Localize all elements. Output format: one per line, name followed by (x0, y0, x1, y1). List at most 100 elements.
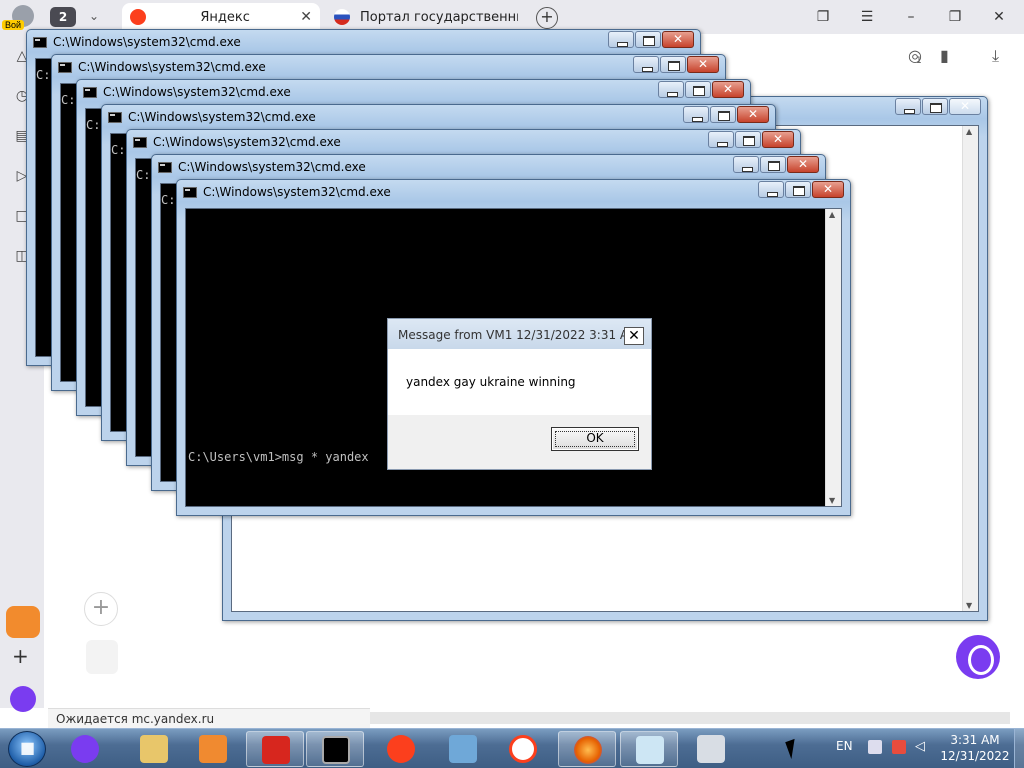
close-icon[interactable]: ✕ (300, 9, 312, 25)
window-app-icon (697, 735, 725, 763)
minimize-icon[interactable] (683, 106, 709, 123)
cmd-icon (183, 186, 197, 198)
scrollbar[interactable] (962, 126, 978, 611)
ok-button[interactable]: OK (551, 427, 639, 451)
taskbar-notepad[interactable] (620, 731, 678, 767)
restore-icon[interactable]: ❐ (940, 6, 970, 28)
dialog-title: Message from VM1 12/31/2022 3:31 AM (388, 319, 651, 349)
minimize-icon[interactable]: – (896, 6, 926, 28)
mail-icon[interactable] (6, 606, 40, 638)
close-icon[interactable] (812, 181, 844, 198)
notepad-icon (636, 736, 664, 764)
window-controls (757, 181, 844, 198)
minimize-icon[interactable] (608, 31, 634, 48)
add-widget-button[interactable]: + (84, 592, 118, 626)
show-desktop-button[interactable] (1014, 729, 1024, 768)
language-indicator[interactable]: EN (836, 739, 853, 753)
media-player-icon (199, 735, 227, 763)
bookmark-icon[interactable]: ▮ (940, 46, 949, 65)
console-prompt: C: (86, 118, 101, 132)
tab-gosuslugi[interactable]: Портал государственных (326, 3, 526, 31)
minimize-icon[interactable] (633, 56, 659, 73)
close-icon[interactable] (949, 98, 981, 115)
minimize-icon[interactable] (758, 181, 784, 198)
volume-icon[interactable]: ◁ (915, 740, 929, 754)
cmd-icon (322, 736, 350, 764)
taskbar-alice[interactable] (56, 731, 114, 767)
network-icon[interactable] (868, 740, 882, 754)
window-controls (682, 106, 769, 123)
taskbar-kaspersky[interactable] (246, 731, 304, 767)
window-title: C:\Windows\system32\cmd.exe (183, 183, 391, 201)
close-icon[interactable] (787, 156, 819, 173)
message-dialog: Message from VM1 12/31/2022 3:31 AM ✕ ya… (387, 318, 652, 470)
console-prompt: C: (111, 143, 126, 157)
add-icon[interactable]: + (12, 644, 29, 668)
start-button[interactable] (8, 731, 46, 767)
action-center-icon[interactable] (892, 740, 906, 754)
download-icon[interactable]: ⤓ (992, 46, 999, 66)
folder-icon (140, 735, 168, 763)
taskbar-explorer[interactable] (125, 731, 183, 767)
close-icon[interactable] (687, 56, 719, 73)
yandex-browser-icon (509, 735, 537, 763)
window-title: C:\Windows\system32\cmd.exe (58, 58, 266, 76)
taskbar-media-player[interactable] (184, 731, 242, 767)
notification-count: 1 (916, 56, 922, 66)
maximize-icon[interactable] (735, 131, 761, 148)
close-icon[interactable] (737, 106, 769, 123)
cmd-icon (108, 111, 122, 123)
tab-yandex[interactable]: Яндекс ✕ (122, 3, 320, 31)
taskbar-app[interactable] (682, 731, 740, 767)
close-icon[interactable] (762, 131, 794, 148)
cmd-icon (33, 36, 47, 48)
taskbar-photo-viewer[interactable] (434, 731, 492, 767)
window-title: C:\Windows\system32\cmd.exe (133, 133, 341, 151)
close-icon[interactable] (662, 31, 694, 48)
taskbar-yandex[interactable] (372, 731, 430, 767)
maximize-icon[interactable] (760, 156, 786, 173)
maximize-icon[interactable] (710, 106, 736, 123)
window-title: C:\Windows\system32\cmd.exe (158, 158, 366, 176)
maximize-icon[interactable] (922, 98, 948, 115)
scrollbar[interactable] (825, 209, 841, 506)
tab-label: Яндекс (200, 9, 250, 25)
window-title: C:\Windows\system32\cmd.exe (33, 33, 241, 51)
window-controls (707, 131, 794, 148)
taskbar-firefox[interactable] (558, 731, 616, 767)
console-prompt: C: (136, 168, 151, 182)
window-controls (894, 98, 981, 115)
system-clock[interactable]: 3:31 AM 12/31/2022 (940, 732, 1010, 764)
menu-icon[interactable]: ☰ (852, 6, 882, 28)
maximize-icon[interactable] (785, 181, 811, 198)
close-icon[interactable] (712, 81, 744, 98)
tab-counter-button[interactable]: 2 (50, 7, 76, 27)
chevron-down-icon[interactable]: ⌄ (84, 6, 104, 26)
window-controls (732, 156, 819, 173)
taskbar-yandex-browser[interactable] (494, 731, 552, 767)
maximize-icon[interactable] (685, 81, 711, 98)
bookmarks-collection-icon[interactable]: ❐ (808, 6, 838, 28)
taskbar-cmd[interactable] (306, 731, 364, 767)
window-controls (632, 56, 719, 73)
console-command-line: C:\Users\vm1>msg * yandex (188, 450, 369, 464)
photo-viewer-icon (449, 735, 477, 763)
minimize-icon[interactable] (733, 156, 759, 173)
close-icon[interactable]: ✕ (624, 327, 644, 345)
alice-assistant-icon[interactable] (10, 686, 36, 712)
minimize-icon[interactable] (895, 98, 921, 115)
close-window-icon[interactable]: ✕ (984, 6, 1014, 28)
minimize-icon[interactable] (708, 131, 734, 148)
window-title: C:\Windows\system32\cmd.exe (83, 83, 291, 101)
service-widget-icon[interactable] (86, 640, 118, 674)
alice-voice-button[interactable] (956, 635, 1000, 679)
maximize-icon[interactable] (660, 56, 686, 73)
window-title: C:\Windows\system32\cmd.exe (108, 108, 316, 126)
horizontal-scrollbar[interactable] (370, 712, 1010, 724)
maximize-icon[interactable] (635, 31, 661, 48)
window-controls (657, 81, 744, 98)
new-tab-button[interactable]: + (536, 7, 558, 29)
minimize-icon[interactable] (658, 81, 684, 98)
kaspersky-icon (262, 736, 290, 764)
browser-status-bar: Ожидается mc.yandex.ru (48, 708, 370, 728)
